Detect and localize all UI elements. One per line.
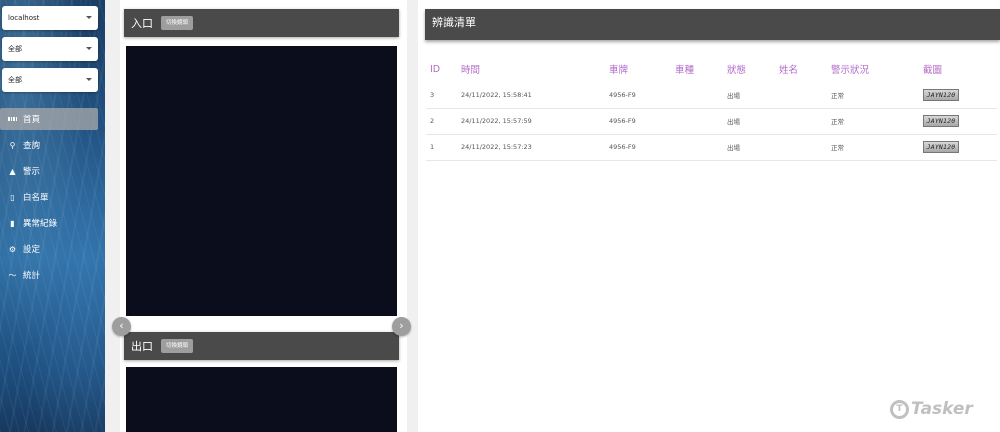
sidebar-item-alert[interactable]: ▲ 警示 (0, 160, 105, 182)
cell-id: 2 (426, 108, 457, 135)
chevron-down-icon (86, 78, 92, 81)
cell-snapshot: JAYN120 (919, 82, 997, 109)
plate-snapshot-image[interactable]: JAYN120 (923, 88, 959, 101)
plate-snapshot-image[interactable]: JAYN120 (923, 115, 959, 127)
sidebar-item-label: 統計 (23, 271, 41, 281)
gear-icon: ⚙ (8, 244, 17, 254)
cell-plate: 4956-F9 (605, 108, 671, 135)
exit-header: 出口 切換鏡頭 (124, 332, 399, 360)
records-title: 辨識清單 (425, 9, 1000, 40)
carousel-next-button[interactable]: › (392, 317, 411, 336)
dashboard-icon (8, 115, 17, 124)
warning-icon: ▲ (9, 166, 16, 176)
book-icon: ▮ (10, 218, 15, 228)
carousel-prev-button[interactable]: ‹ (112, 317, 131, 336)
cell-name (775, 134, 827, 161)
cell-name (775, 108, 827, 135)
entrance-video (126, 46, 397, 316)
cell-time: 24/11/2022, 15:57:23 (457, 134, 605, 161)
tasker-watermark: T Tasker (890, 399, 973, 419)
column-header-vehicle-type: 車種 (675, 65, 695, 76)
column-header-snapshot: 截圖 (923, 65, 943, 76)
entrance-title: 入口 (131, 17, 153, 30)
chevron-left-icon: ‹ (119, 319, 124, 332)
plate-snapshot-image[interactable]: JAYN120 (923, 141, 959, 153)
cell-name (775, 82, 827, 109)
search-icon: ⚲ (9, 140, 16, 150)
exit-video (126, 367, 397, 432)
cell-time: 24/11/2022, 15:57:59 (457, 108, 605, 135)
filter-select-2[interactable]: 全部 (2, 68, 98, 92)
cell-status: 出場 (723, 108, 775, 135)
cell-alert: 正常 (827, 108, 919, 135)
column-header-alert: 警示狀況 (831, 65, 870, 76)
sidebar-item-anomaly-log[interactable]: ▮ 異常紀錄 (0, 212, 105, 234)
sidebar-item-label: 警示 (23, 167, 41, 177)
tasker-logo-icon: T (890, 399, 909, 419)
column-header-time: 時間 (461, 65, 481, 76)
cell-status: 出場 (723, 82, 775, 109)
clipboard-icon: ▯ (10, 192, 15, 202)
chevron-down-icon (86, 47, 92, 50)
sidebar-item-home[interactable]: 首頁 (0, 108, 98, 130)
cell-plate: 4956-F9 (605, 134, 671, 161)
column-header-id: ID (430, 63, 441, 75)
sidebar-item-label: 首頁 (23, 115, 41, 125)
exit-title: 出口 (131, 340, 153, 353)
sidebar-item-whitelist[interactable]: ▯ 白名單 (0, 186, 105, 208)
entrance-switch-camera-button[interactable]: 切換鏡頭 (161, 16, 194, 30)
records-table: ID 時間 車牌 車種 狀態 姓名 警示狀況 截圖 3 24/11/2022, … (426, 56, 997, 161)
cell-snapshot: JAYN120 (919, 108, 997, 135)
server-select[interactable]: localhost (2, 6, 98, 30)
sidebar-item-statistics[interactable]: 〜 統計 (0, 264, 105, 286)
cell-snapshot: JAYN120 (919, 134, 997, 161)
cell-vehicle-type (671, 82, 723, 109)
filter-select-1-value: 全部 (8, 45, 22, 53)
cell-id: 1 (426, 134, 457, 161)
filter-select-1[interactable]: 全部 (2, 37, 98, 61)
cell-time: 24/11/2022, 15:58:41 (457, 82, 605, 109)
table-header-row: ID 時間 車牌 車種 狀態 姓名 警示狀況 截圖 (426, 56, 997, 82)
column-header-name: 姓名 (779, 65, 799, 76)
chevron-down-icon (86, 16, 92, 19)
sidebar-item-label: 白名單 (23, 193, 49, 203)
cell-status: 出場 (723, 134, 775, 161)
cell-alert: 正常 (827, 134, 919, 161)
sidebar-item-label: 查詢 (23, 141, 41, 151)
chevron-right-icon: › (399, 319, 404, 332)
filter-select-2-value: 全部 (8, 76, 22, 84)
sidebar: localhost 全部 全部 首頁 ⚲ 查詢 ▲ 警示 ▯ 白名單 ▮ 異常紀… (0, 0, 105, 432)
watermark-text: Tasker (911, 399, 973, 419)
column-header-status: 狀態 (727, 65, 747, 76)
trend-icon: 〜 (8, 270, 17, 280)
server-select-value: localhost (8, 14, 40, 22)
cell-alert: 正常 (827, 82, 919, 109)
sidebar-item-query[interactable]: ⚲ 查詢 (0, 134, 105, 156)
sidebar-nav: 首頁 ⚲ 查詢 ▲ 警示 ▯ 白名單 ▮ 異常紀錄 ⚙ 設定 〜 統計 (0, 108, 105, 290)
cell-vehicle-type (671, 134, 723, 161)
cell-id: 3 (426, 82, 457, 109)
sidebar-item-label: 設定 (23, 245, 41, 255)
sidebar-item-label: 異常紀錄 (23, 219, 58, 229)
entrance-header: 入口 切換鏡頭 (124, 9, 399, 37)
table-row[interactable]: 3 24/11/2022, 15:58:41 4956-F9 出場 正常 JAY… (426, 82, 997, 109)
exit-switch-camera-button[interactable]: 切換鏡頭 (161, 339, 194, 353)
cell-plate: 4956-F9 (605, 82, 671, 109)
column-header-plate: 車牌 (609, 65, 629, 76)
cell-vehicle-type (671, 108, 723, 135)
sidebar-item-settings[interactable]: ⚙ 設定 (0, 238, 105, 260)
table-row[interactable]: 2 24/11/2022, 15:57:59 4956-F9 出場 正常 JAY… (426, 108, 997, 135)
table-row[interactable]: 1 24/11/2022, 15:57:23 4956-F9 出場 正常 JAY… (426, 134, 997, 161)
